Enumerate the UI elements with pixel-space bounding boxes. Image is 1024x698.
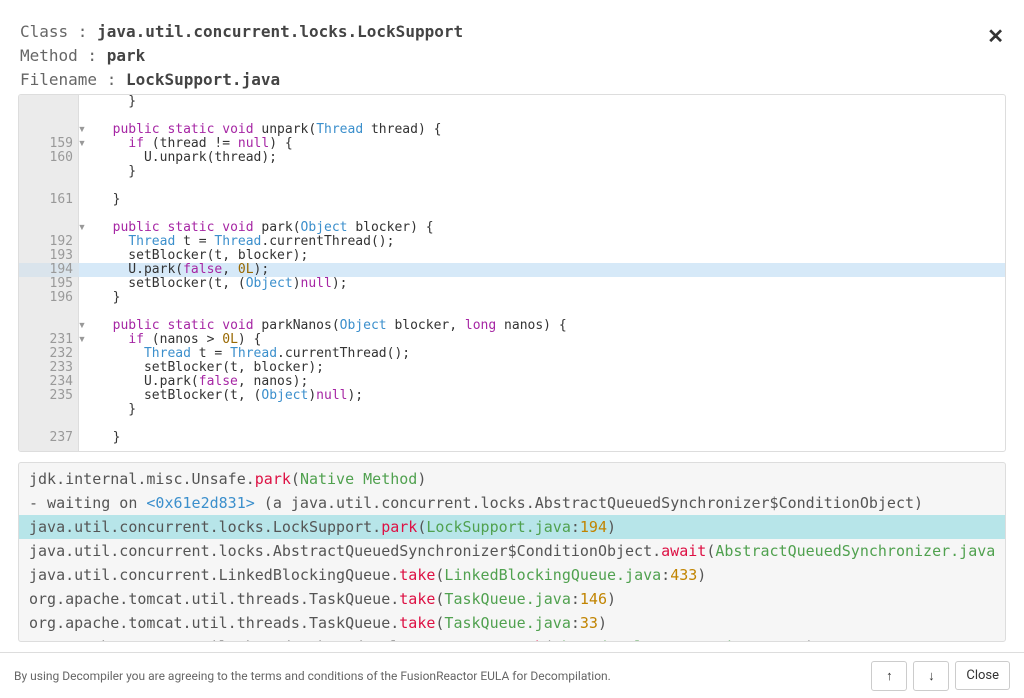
nav-up-button[interactable]: ↑ xyxy=(871,661,907,691)
code-line: Thread t = Thread.currentThread(); xyxy=(97,235,394,249)
fold-icon[interactable]: ▼ xyxy=(75,221,89,235)
code-line: } xyxy=(97,431,120,445)
fold-icon[interactable]: ▼ xyxy=(75,333,89,347)
code-line: public static void parkNanos(Object bloc… xyxy=(97,319,567,333)
close-button[interactable]: Close xyxy=(955,661,1010,690)
code-line: } xyxy=(97,165,136,179)
line-number: 234 xyxy=(19,375,73,389)
stack-frame[interactable]: jdk.internal.misc.Unsafe.park(Native Met… xyxy=(29,467,995,491)
stack-frame[interactable]: java.util.concurrent.LinkedBlockingQueue… xyxy=(29,563,995,587)
method-row: Method : park xyxy=(20,44,1004,68)
code-line: public static void park(Object blocker) … xyxy=(97,221,434,235)
line-number: 233 xyxy=(19,361,73,375)
code-line: setBlocker(t, (Object)null); xyxy=(97,277,347,291)
code-line: U.park(false, nanos); xyxy=(97,375,308,389)
fold-icon[interactable]: ▼ xyxy=(75,319,89,333)
stack-frame[interactable]: java.util.concurrent.locks.LockSupport.p… xyxy=(19,515,1005,539)
code-line: U.unpark(thread); xyxy=(97,151,277,165)
arrow-down-icon: ↓ xyxy=(928,669,935,684)
fold-icon[interactable]: ▼ xyxy=(75,123,89,137)
line-number: 161 xyxy=(19,193,73,207)
code-line: public static void unpark(Thread thread)… xyxy=(97,123,441,137)
method-label: Method : xyxy=(20,46,107,65)
stack-frame[interactable]: - waiting on <0x61e2d831> (a java.util.c… xyxy=(29,491,995,515)
line-number: 159 xyxy=(19,137,73,151)
method-value: park xyxy=(107,46,146,65)
code-line: setBlocker(t, blocker); xyxy=(97,361,324,375)
line-number: 194 xyxy=(19,263,73,277)
stack-frame[interactable]: java.util.concurrent.locks.AbstractQueue… xyxy=(29,539,995,563)
code-line: setBlocker(t, blocker); xyxy=(97,249,308,263)
code-line: } xyxy=(97,193,120,207)
arrow-up-icon: ↑ xyxy=(886,669,893,684)
filename-label: Filename : xyxy=(20,70,126,89)
line-number: 196 xyxy=(19,291,73,305)
line-number: 192 xyxy=(19,235,73,249)
line-number: 231 xyxy=(19,333,73,347)
class-value: java.util.concurrent.locks.LockSupport xyxy=(97,22,463,41)
filename-row: Filename : LockSupport.java xyxy=(20,68,1004,92)
stack-frame[interactable]: org.apache.tomcat.util.threads.TaskQueue… xyxy=(29,611,995,635)
footer: By using Decompiler you are agreeing to … xyxy=(0,652,1024,698)
stack-lines: jdk.internal.misc.Unsafe.park(Native Met… xyxy=(29,467,995,642)
code-line: U.park(false, 0L); xyxy=(97,263,269,277)
code-line: if (nanos > 0L) { xyxy=(97,333,261,347)
code-line: setBlocker(t, (Object)null); xyxy=(97,389,363,403)
line-number: 232 xyxy=(19,347,73,361)
stack-panel[interactable]: jdk.internal.misc.Unsafe.park(Native Met… xyxy=(18,462,1006,642)
line-number: 237 xyxy=(19,431,73,445)
code-line: } xyxy=(97,291,120,305)
stack-frame[interactable]: org.apache.tomcat.util.threads.TaskQueue… xyxy=(29,587,995,611)
nav-down-button[interactable]: ↓ xyxy=(913,661,949,691)
filename-value: LockSupport.java xyxy=(126,70,280,89)
line-number: 160 xyxy=(19,151,73,165)
fold-icon[interactable]: ▼ xyxy=(75,137,89,151)
line-number: 193 xyxy=(19,249,73,263)
code-line: if (thread != null) { xyxy=(97,137,293,151)
eula-text: By using Decompiler you are agreeing to … xyxy=(14,669,611,683)
code-line: } xyxy=(97,403,136,417)
header: Class : java.util.concurrent.locks.LockS… xyxy=(0,0,1024,92)
line-number: 235 xyxy=(19,389,73,403)
line-number: 195 xyxy=(19,277,73,291)
class-row: Class : java.util.concurrent.locks.LockS… xyxy=(20,20,1004,44)
code-panel[interactable]: } ▼ public static void unpark(Thread thre… xyxy=(18,94,1006,452)
code-line: } xyxy=(97,95,136,109)
class-label: Class : xyxy=(20,22,97,41)
close-icon[interactable]: ✕ xyxy=(987,24,1004,48)
code-line: Thread t = Thread.currentThread(); xyxy=(97,347,410,361)
stack-frame[interactable]: org.apache.tomcat.util.threads.ThreadPoo… xyxy=(29,635,995,642)
